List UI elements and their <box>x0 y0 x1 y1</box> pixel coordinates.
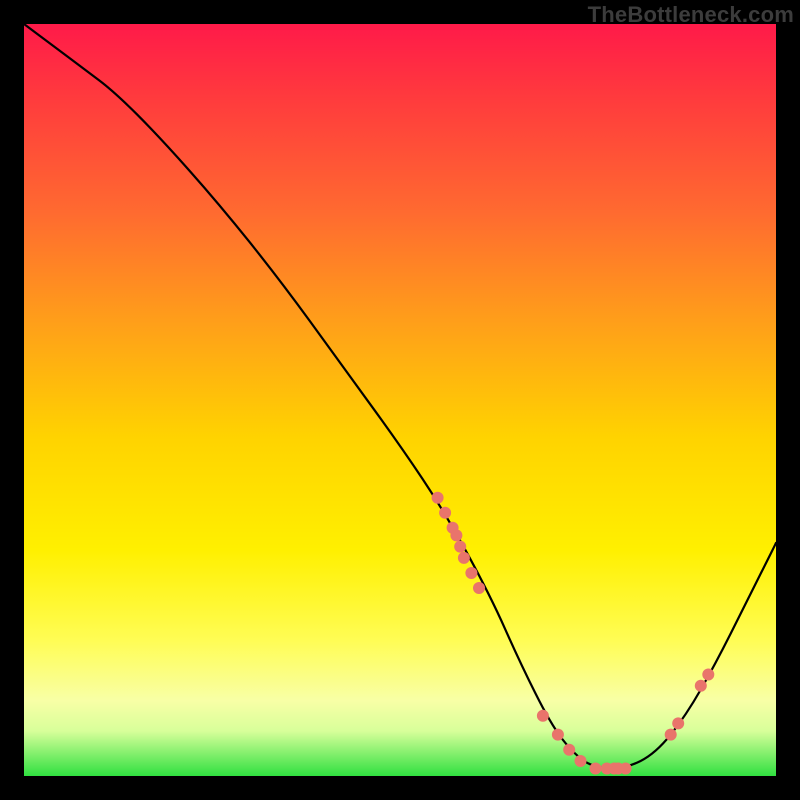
marker-dot <box>465 567 477 579</box>
chart-area <box>24 24 776 776</box>
marker-dot <box>575 755 587 767</box>
marker-dot <box>695 680 707 692</box>
marker-dot <box>473 582 485 594</box>
marker-dot <box>702 669 714 681</box>
marker-dot <box>672 717 684 729</box>
bottleneck-curve <box>24 24 776 769</box>
marker-dot <box>537 710 549 722</box>
marker-dot <box>620 763 632 775</box>
marker-dot <box>590 763 602 775</box>
marker-dot <box>450 529 462 541</box>
marker-dot <box>552 729 564 741</box>
watermark-text: TheBottleneck.com <box>588 2 794 28</box>
curve-plot <box>24 24 776 776</box>
marker-dot <box>432 492 444 504</box>
marker-dot <box>458 552 470 564</box>
marker-dot <box>665 729 677 741</box>
marker-dot <box>439 507 451 519</box>
marker-group <box>432 492 715 775</box>
marker-dot <box>454 541 466 553</box>
marker-dot <box>563 744 575 756</box>
